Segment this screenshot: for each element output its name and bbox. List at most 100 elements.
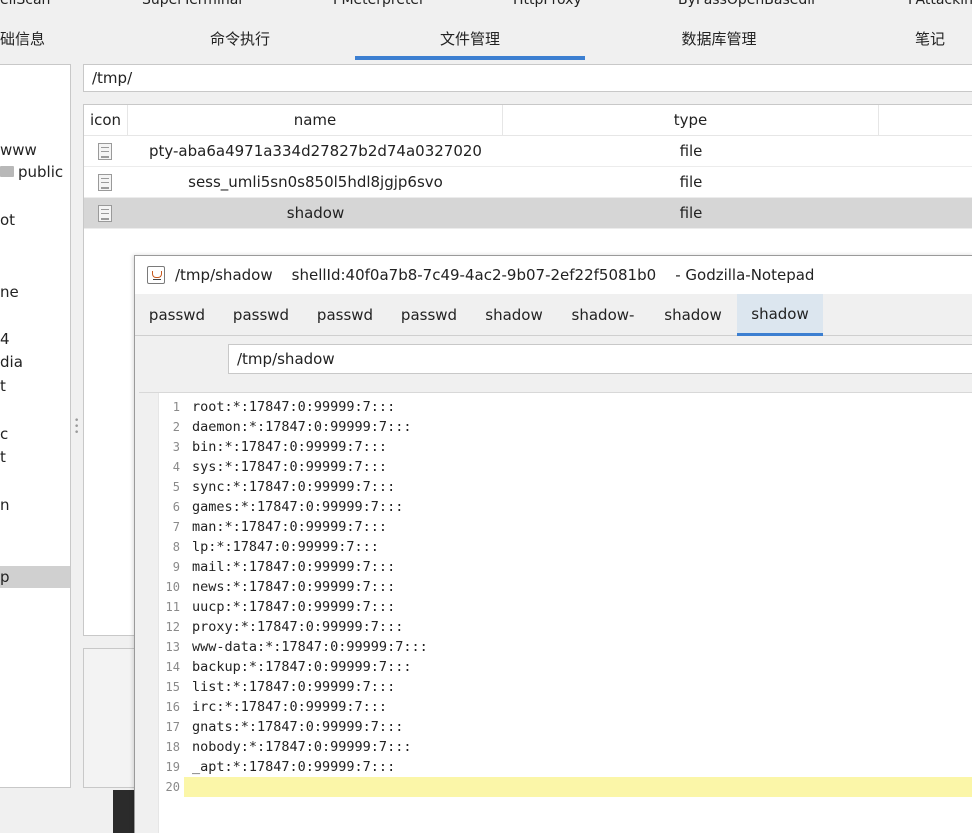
code-line: gnats:*:17847:0:99999:7::: <box>192 719 404 735</box>
file-path-input[interactable]: /tmp/ <box>83 64 972 92</box>
file-icon <box>98 205 112 222</box>
tree-node[interactable]: n <box>0 494 10 516</box>
code-line: nobody:*:17847:0:99999:7::: <box>192 739 412 755</box>
line-number: 4 <box>172 460 180 474</box>
tree-node[interactable]: 4 <box>0 328 10 350</box>
table-header: icon name type <box>84 105 972 136</box>
line-number: 11 <box>165 600 180 614</box>
file-name: pty-aba6a4971a334d27827b2d74a0327020 <box>149 142 482 160</box>
code-line: games:*:17847:0:99999:7::: <box>192 499 404 515</box>
code-line: backup:*:17847:0:99999:7::: <box>192 659 412 675</box>
code-editor[interactable]: 1 2 3 4 5 6 7 8 9 10 11 12 13 14 15 16 17 18 19 20 root:*:1… <box>139 392 972 833</box>
tree-node[interactable]: dia <box>0 351 23 373</box>
line-number: 20 <box>165 780 180 794</box>
tab-notes[interactable]: 笔记 <box>900 22 960 60</box>
line-number: 12 <box>165 620 180 634</box>
code-line: sys:*:17847:0:99999:7::: <box>192 459 388 475</box>
tree-node[interactable]: www <box>0 139 37 161</box>
code-line: sync:*:17847:0:99999:7::: <box>192 479 396 495</box>
notepad-tab[interactable]: passwd <box>219 294 303 336</box>
file-icon <box>98 143 112 160</box>
table-row-selected[interactable]: shadow file <box>84 198 972 229</box>
plugin-tab-pattack[interactable]: PAttackin <box>908 0 972 8</box>
tab-database-manager[interactable]: 数据库管理 <box>660 22 778 60</box>
notepad-path-input[interactable]: /tmp/shadow <box>228 344 972 374</box>
code-line: list:*:17847:0:99999:7::: <box>192 679 396 695</box>
column-header-icon[interactable]: icon <box>84 105 128 136</box>
plugin-tab-superterminal[interactable]: SuperTerminal <box>142 0 242 8</box>
code-line: bin:*:17847:0:99999:7::: <box>192 439 388 455</box>
file-icon <box>98 174 112 191</box>
tree-node[interactable]: ot <box>0 209 15 231</box>
tree-node[interactable]: ne <box>0 281 19 303</box>
line-number: 17 <box>165 720 180 734</box>
code-line: www-data:*:17847:0:99999:7::: <box>192 639 428 655</box>
notepad-window: /tmp/shadow shellId:40f0a7b8-7c49-4ac2-9… <box>134 255 972 833</box>
line-number: 14 <box>165 660 180 674</box>
line-number: 10 <box>165 580 180 594</box>
line-number: 15 <box>165 680 180 694</box>
directory-tree[interactable]: www public ot ne 4 dia t c t n p <box>0 64 71 788</box>
tab-command-exec[interactable]: 命令执行 <box>190 22 290 60</box>
tree-node-label: public <box>18 163 64 181</box>
tab-file-manager[interactable]: 文件管理 <box>355 22 585 60</box>
code-line: lp:*:17847:0:99999:7::: <box>192 539 379 555</box>
notepad-title: /tmp/shadow shellId:40f0a7b8-7c49-4ac2-9… <box>175 266 815 284</box>
notepad-tab[interactable]: shadow <box>649 294 737 336</box>
line-number: 5 <box>172 480 180 494</box>
tree-node-selected[interactable]: p <box>0 566 70 588</box>
table-row[interactable]: pty-aba6a4971a334d27827b2d74a0327020 fil… <box>84 136 972 167</box>
notepad-tab-active[interactable]: shadow <box>737 294 823 336</box>
plugin-tab-httpproxy[interactable]: HttpProxy <box>513 0 582 8</box>
notepad-tab[interactable]: passwd <box>135 294 219 336</box>
tree-node-public[interactable]: public <box>0 161 63 183</box>
code-line: _apt:*:17847:0:99999:7::: <box>192 759 396 775</box>
notepad-tab[interactable]: passwd <box>303 294 387 336</box>
panel-splitter-handle[interactable]: • • • <box>74 417 79 438</box>
code-line: irc:*:17847:0:99999:7::: <box>192 699 388 715</box>
line-number: 13 <box>165 640 180 654</box>
tree-node[interactable]: t <box>0 375 6 397</box>
notepad-title-bar[interactable]: /tmp/shadow shellId:40f0a7b8-7c49-4ac2-9… <box>135 256 972 294</box>
tree-node[interactable]: t <box>0 446 6 468</box>
line-number: 7 <box>172 520 180 534</box>
line-number: 19 <box>165 760 180 774</box>
file-type: file <box>679 142 703 160</box>
file-type: file <box>679 173 703 191</box>
tab-basic-info[interactable]: 础信息 <box>0 22 45 60</box>
column-header-type[interactable]: type <box>503 105 879 136</box>
plugin-tab-bar: eliScan SuperTerminal PMeterpreter HttpP… <box>0 0 972 22</box>
tree-node[interactable]: c <box>0 423 8 445</box>
plugin-tab-bypassopenbasedir[interactable]: ByPassOpenBasedir <box>678 0 817 8</box>
code-line: man:*:17847:0:99999:7::: <box>192 519 388 535</box>
table-row[interactable]: sess_umli5sn0s850l5hdl8jgjp6svo file <box>84 167 972 198</box>
code-line: proxy:*:17847:0:99999:7::: <box>192 619 404 635</box>
godzilla-file-manager-window: eliScan SuperTerminal PMeterpreter HttpP… <box>0 0 972 833</box>
code-line: mail:*:17847:0:99999:7::: <box>192 559 396 575</box>
notepad-tab[interactable]: passwd <box>387 294 471 336</box>
notepad-tab[interactable]: shadow <box>471 294 557 336</box>
line-number: 16 <box>165 700 180 714</box>
code-line: news:*:17847:0:99999:7::: <box>192 579 396 595</box>
background-window-edge <box>113 790 134 833</box>
main-tab-bar: 础信息 命令执行 文件管理 数据库管理 笔记 <box>0 22 972 60</box>
folder-icon <box>0 166 14 177</box>
java-cup-icon <box>147 266 165 284</box>
notepad-tab[interactable]: shadow- <box>557 294 649 336</box>
line-number: 9 <box>172 560 180 574</box>
line-number: 2 <box>172 420 180 434</box>
plugin-tab-eliscan[interactable]: eliScan <box>0 0 50 8</box>
line-number: 18 <box>165 740 180 754</box>
line-number: 3 <box>172 440 180 454</box>
line-number: 6 <box>172 500 180 514</box>
line-number: 1 <box>172 400 180 414</box>
code-line: uucp:*:17847:0:99999:7::: <box>192 599 396 615</box>
notepad-tab-bar: passwd passwd passwd passwd shadow shado… <box>135 294 972 336</box>
file-name: sess_umli5sn0s850l5hdl8jgjp6svo <box>188 173 443 191</box>
file-name: shadow <box>286 204 345 222</box>
current-line-highlight <box>184 777 972 797</box>
column-header-name[interactable]: name <box>128 105 503 136</box>
file-type: file <box>679 204 703 222</box>
plugin-tab-pmeterpreter[interactable]: PMeterpreter <box>333 0 425 8</box>
line-number: 8 <box>172 540 180 554</box>
